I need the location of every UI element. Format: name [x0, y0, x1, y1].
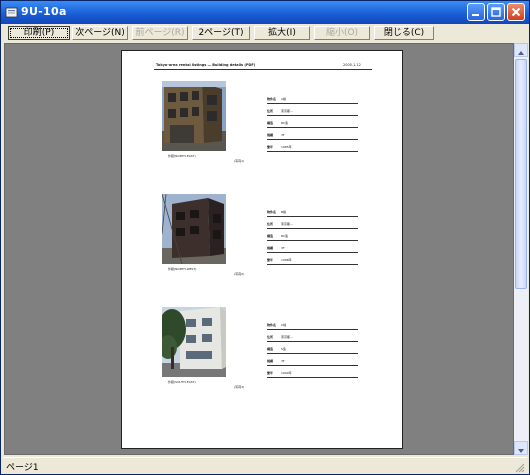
scroll-up-icon	[518, 51, 524, 55]
field-label: 規模	[267, 133, 274, 137]
page-date: 2005.1.12	[343, 63, 361, 67]
listing-1: 外観(NORTH-EAST) (写真1) 物件名 A棟 住所 東京都— 構造 RC造 …	[122, 81, 404, 181]
title-bar[interactable]: 9U-10a	[1, 1, 529, 24]
field-value: 東京都—	[281, 222, 294, 226]
field-value: 東京都—	[281, 335, 294, 339]
photo-number-2: (写真2)	[234, 272, 245, 276]
dark-building-image	[162, 194, 226, 264]
maximize-icon	[491, 7, 501, 17]
minimize-icon	[472, 14, 479, 16]
field-value: 1988年	[281, 258, 292, 262]
close-button[interactable]: 閉じる(C)	[374, 26, 434, 40]
print-button[interactable]: 印刷(P)	[8, 26, 70, 40]
field-value: 3F	[281, 246, 285, 250]
scroll-up-button[interactable]	[514, 43, 528, 57]
field-row: 築年 1985年	[267, 143, 358, 152]
field-value: 1985年	[281, 145, 292, 149]
photo-caption-3: 外観(SOUTH-EAST)	[168, 380, 196, 384]
field-value: A棟	[281, 97, 287, 101]
close-window-button[interactable]	[507, 3, 525, 21]
field-row: 構造 RC造	[267, 232, 358, 241]
white-building-image	[162, 307, 226, 377]
field-value: C棟	[281, 323, 287, 327]
field-row: 規模 3F	[267, 131, 358, 140]
page-header: Tokyo-area rental listings — Building de…	[156, 63, 256, 67]
resize-grip-icon[interactable]	[514, 462, 525, 473]
field-value: B棟	[281, 210, 287, 214]
photo-caption-2: 外観(NORTH-WEST)	[168, 267, 197, 271]
listing-2: 外観(NORTH-WEST) (写真2) 物件名 B棟 住所 東京都— 構造 RC造 …	[122, 194, 404, 294]
photo-number-1: (写真1)	[234, 159, 245, 163]
field-row: 築年 1988年	[267, 256, 358, 265]
field-row: 規模 3F	[267, 244, 358, 253]
scroll-down-button[interactable]	[514, 441, 528, 455]
prev-page-button[interactable]: 前ページ(R)	[132, 26, 188, 40]
field-value: 3F	[281, 133, 285, 137]
building-photo-3	[162, 307, 226, 377]
field-label: 築年	[267, 258, 274, 262]
field-row: 住所 東京都—	[267, 107, 358, 116]
scroll-down-icon	[518, 449, 524, 453]
field-value: RC造	[281, 234, 289, 238]
building-photo-2	[162, 194, 226, 264]
field-label: 規模	[267, 246, 274, 250]
field-row: 築年 1990年	[267, 369, 358, 378]
building-photo-1	[162, 81, 226, 151]
field-label: 住所	[267, 109, 274, 113]
field-row: 住所 東京都—	[267, 220, 358, 229]
photo-caption-1: 外観(NORTH-EAST)	[168, 154, 196, 158]
field-value: RC造	[281, 121, 289, 125]
field-row: 物件名 C棟	[267, 321, 358, 330]
field-label: 物件名	[267, 323, 277, 327]
field-label: 物件名	[267, 97, 277, 101]
field-row: 物件名 A棟	[267, 95, 358, 104]
field-label: 規模	[267, 359, 274, 363]
field-value: 東京都—	[281, 109, 294, 113]
listing-3: 外観(SOUTH-EAST) (写真3) 物件名 C棟 住所 東京都— 構造 S造 規…	[122, 307, 404, 407]
preview-toolbar: 印刷(P) 次ページ(N) 前ページ(R) 2ページ(T) 拡大(I) 縮小(O…	[3, 25, 527, 41]
maximize-button[interactable]	[487, 3, 505, 21]
minimize-button[interactable]	[467, 3, 485, 21]
status-bar: ページ1	[3, 457, 527, 474]
field-row: 規模 3F	[267, 357, 358, 366]
field-row: 構造 S造	[267, 345, 358, 354]
field-label: 物件名	[267, 210, 277, 214]
field-label: 構造	[267, 234, 274, 238]
zoom-in-button[interactable]: 拡大(I)	[254, 26, 310, 40]
vertical-scrollbar[interactable]	[514, 43, 528, 455]
field-label: 築年	[267, 145, 274, 149]
field-label: 構造	[267, 121, 274, 125]
preview-window: 9U-10a 印刷(P) 次ページ(N) 前ページ(R) 2ページ(T) 拡大(…	[0, 0, 530, 475]
window-title: 9U-10a	[21, 5, 67, 18]
header-rule	[154, 69, 372, 70]
app-icon	[5, 7, 18, 18]
field-label: 住所	[267, 335, 274, 339]
field-label: 住所	[267, 222, 274, 226]
brown-building-image	[162, 81, 226, 151]
field-row: 構造 RC造	[267, 119, 358, 128]
two-page-button[interactable]: 2ページ(T)	[192, 26, 250, 40]
page-indicator: ページ1	[6, 463, 39, 473]
field-label: 築年	[267, 371, 274, 375]
field-row: 物件名 B棟	[267, 208, 358, 217]
field-value: S造	[281, 347, 286, 351]
close-icon	[511, 7, 521, 17]
document-page: Tokyo-area rental listings — Building de…	[121, 50, 403, 449]
zoom-out-button[interactable]: 縮小(O)	[314, 26, 370, 40]
next-page-button[interactable]: 次ページ(N)	[72, 26, 128, 40]
field-value: 1990年	[281, 371, 292, 375]
field-label: 構造	[267, 347, 274, 351]
field-value: 3F	[281, 359, 285, 363]
scroll-thumb[interactable]	[515, 59, 527, 289]
photo-number-3: (写真3)	[234, 385, 245, 389]
field-row: 住所 東京都—	[267, 333, 358, 342]
